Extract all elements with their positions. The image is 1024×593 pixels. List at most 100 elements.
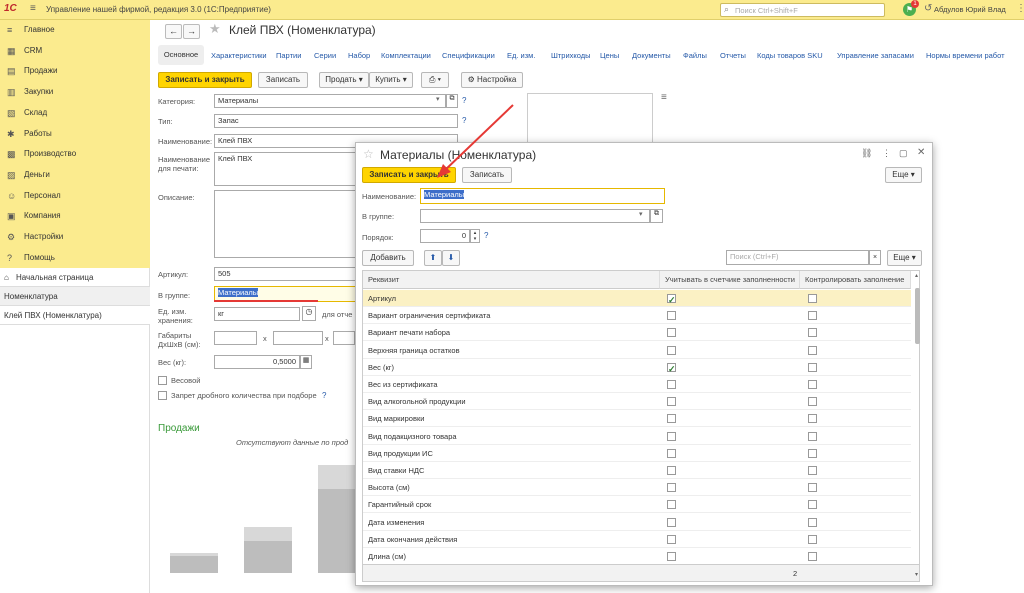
width-field[interactable]	[273, 331, 323, 345]
sidebar-item[interactable]: ? Помощь	[0, 248, 150, 268]
category-field[interactable]: Материалы	[214, 94, 446, 108]
column-header[interactable]: Реквизит	[363, 271, 660, 289]
count-checkbox[interactable]	[667, 431, 676, 441]
tab-link[interactable]: Набор	[348, 51, 370, 60]
control-checkbox[interactable]	[808, 500, 817, 510]
maximize-icon[interactable]: ▢	[899, 148, 908, 159]
save-close-button[interactable]: Записать и закрыть	[158, 72, 252, 88]
count-checkbox[interactable]	[667, 414, 676, 424]
buy-button[interactable]: Купить ▾	[369, 72, 413, 88]
table-row[interactable]: Вариант печати набора	[363, 324, 911, 342]
history-icon[interactable]: ↺	[924, 3, 932, 14]
tab-link[interactable]: Комплектации	[381, 51, 431, 60]
control-checkbox[interactable]	[808, 362, 817, 372]
more-icon[interactable]: ⋮	[1016, 3, 1024, 14]
table-row[interactable]: Вид алкогольной продукции	[363, 393, 911, 411]
control-checkbox[interactable]	[808, 448, 817, 458]
tab-link[interactable]: Управление запасами	[837, 51, 914, 60]
control-checkbox[interactable]	[808, 311, 817, 321]
count-checkbox[interactable]	[667, 534, 676, 544]
table-row[interactable]: Вариант ограничения сертификата	[363, 307, 911, 325]
order-field[interactable]: 0	[420, 229, 470, 243]
sidebar-item[interactable]: ☺ Персонал	[0, 186, 150, 206]
scroll-up-icon[interactable]: ▴	[915, 272, 918, 279]
control-checkbox[interactable]	[808, 534, 817, 544]
forward-button[interactable]: →	[183, 24, 200, 39]
control-checkbox[interactable]	[808, 517, 817, 527]
tab-link[interactable]: Цены	[600, 51, 619, 60]
dialog-more-button[interactable]: Еще ▾	[885, 167, 922, 183]
help-icon[interactable]: ?	[322, 391, 326, 400]
add-button[interactable]: Добавить	[362, 250, 414, 266]
table-row[interactable]: Вид продукции ИС	[363, 445, 911, 462]
dropdown-icon[interactable]: ▾	[639, 210, 643, 218]
more-icon[interactable]: ⋮	[882, 148, 891, 159]
tab-link[interactable]: Ед. изм.	[507, 51, 535, 60]
table-row[interactable]: Длина (см)	[363, 548, 911, 565]
count-checkbox[interactable]: ✓	[667, 294, 676, 305]
count-checkbox[interactable]	[667, 397, 676, 407]
table-row[interactable]: Высота (см)	[363, 479, 911, 497]
open-link-icon[interactable]: ⧉	[650, 209, 663, 223]
sidebar-item[interactable]: ▥ Закупки	[0, 82, 150, 102]
dialog-more2-button[interactable]: Еще ▾	[887, 250, 922, 266]
control-checkbox[interactable]	[808, 483, 817, 493]
scroll-down-icon[interactable]: ▾	[915, 571, 918, 578]
clock-icon[interactable]: ◷	[302, 306, 316, 321]
print-button[interactable]: ⎙ ▾	[421, 72, 449, 88]
tab-link[interactable]: Серии	[314, 51, 336, 60]
control-checkbox[interactable]	[808, 345, 817, 355]
order-stepper[interactable]: ▴ ▾	[470, 229, 480, 243]
count-checkbox[interactable]	[667, 552, 676, 561]
count-checkbox[interactable]	[667, 500, 676, 510]
control-checkbox[interactable]	[808, 397, 817, 407]
save-button[interactable]: Записать	[258, 72, 308, 88]
sidebar-item[interactable]: ≡ Главное	[0, 20, 150, 40]
weight-field[interactable]: 0,5000	[214, 355, 300, 369]
control-checkbox[interactable]	[808, 466, 817, 475]
unit-field[interactable]: кг	[214, 307, 300, 321]
sidebar-item[interactable]: ▨ Деньги	[0, 165, 150, 185]
close-icon[interactable]: ✕	[917, 147, 925, 158]
user-name[interactable]: Абдулов Юрий Влад	[934, 5, 1006, 14]
sell-button[interactable]: Продать ▾	[319, 72, 369, 88]
control-checkbox[interactable]	[808, 328, 817, 338]
control-checkbox[interactable]	[808, 431, 817, 441]
tab-link[interactable]: Характеристики	[211, 51, 267, 60]
dialog-search-input[interactable]: Поиск (Ctrl+F)	[726, 250, 869, 265]
count-checkbox[interactable]	[667, 517, 676, 527]
sidebar-item[interactable]: ▩ Производство	[0, 144, 150, 164]
table-row[interactable]: Вид маркировки	[363, 410, 911, 428]
image-area[interactable]	[527, 93, 653, 143]
tab-link[interactable]: Нормы времени работ	[926, 51, 1005, 60]
sidebar-home-item[interactable]: ⌂ Начальная страница	[0, 268, 150, 287]
favorite-star-icon[interactable]: ☆	[363, 147, 374, 161]
table-row[interactable]: Гарантийный срок	[363, 496, 911, 514]
control-checkbox[interactable]	[808, 294, 817, 303]
sidebar-item[interactable]: ✱ Работы	[0, 124, 150, 144]
count-checkbox[interactable]: ✓	[667, 362, 676, 374]
tab-link[interactable]: Документы	[632, 51, 671, 60]
fraction-checkbox[interactable]	[158, 391, 167, 400]
count-checkbox[interactable]	[667, 328, 676, 338]
settings-button[interactable]: ⚙ Настройка	[461, 72, 523, 88]
table-row[interactable]: Вес (кг) ✓	[363, 359, 911, 376]
app-logo[interactable]: 1С	[4, 3, 17, 14]
type-field[interactable]: Запас	[214, 114, 458, 128]
move-down-icon[interactable]: ⬇	[442, 250, 460, 266]
table-row[interactable]: Вид подакцизного товара	[363, 428, 911, 445]
clear-search-icon[interactable]: ×	[869, 250, 881, 265]
control-checkbox[interactable]	[808, 552, 817, 561]
sidebar-item[interactable]: ▧ Склад	[0, 103, 150, 123]
count-checkbox[interactable]	[667, 345, 676, 355]
menu-icon[interactable]: ≡	[30, 3, 36, 14]
global-search-input[interactable]: ⌕ Поиск Ctrl+Shift+F	[720, 3, 885, 17]
scrollbar-thumb[interactable]	[915, 288, 920, 344]
tab-link[interactable]: Коды товаров SKU	[757, 51, 823, 60]
weighted-checkbox[interactable]	[158, 376, 167, 385]
table-row[interactable]: Артикул ✓	[363, 290, 911, 307]
move-up-icon[interactable]: ⬆	[424, 250, 442, 266]
count-checkbox[interactable]	[667, 448, 676, 458]
tab-link[interactable]: Партии	[276, 51, 301, 60]
tab-link[interactable]: Отчеты	[720, 51, 746, 60]
